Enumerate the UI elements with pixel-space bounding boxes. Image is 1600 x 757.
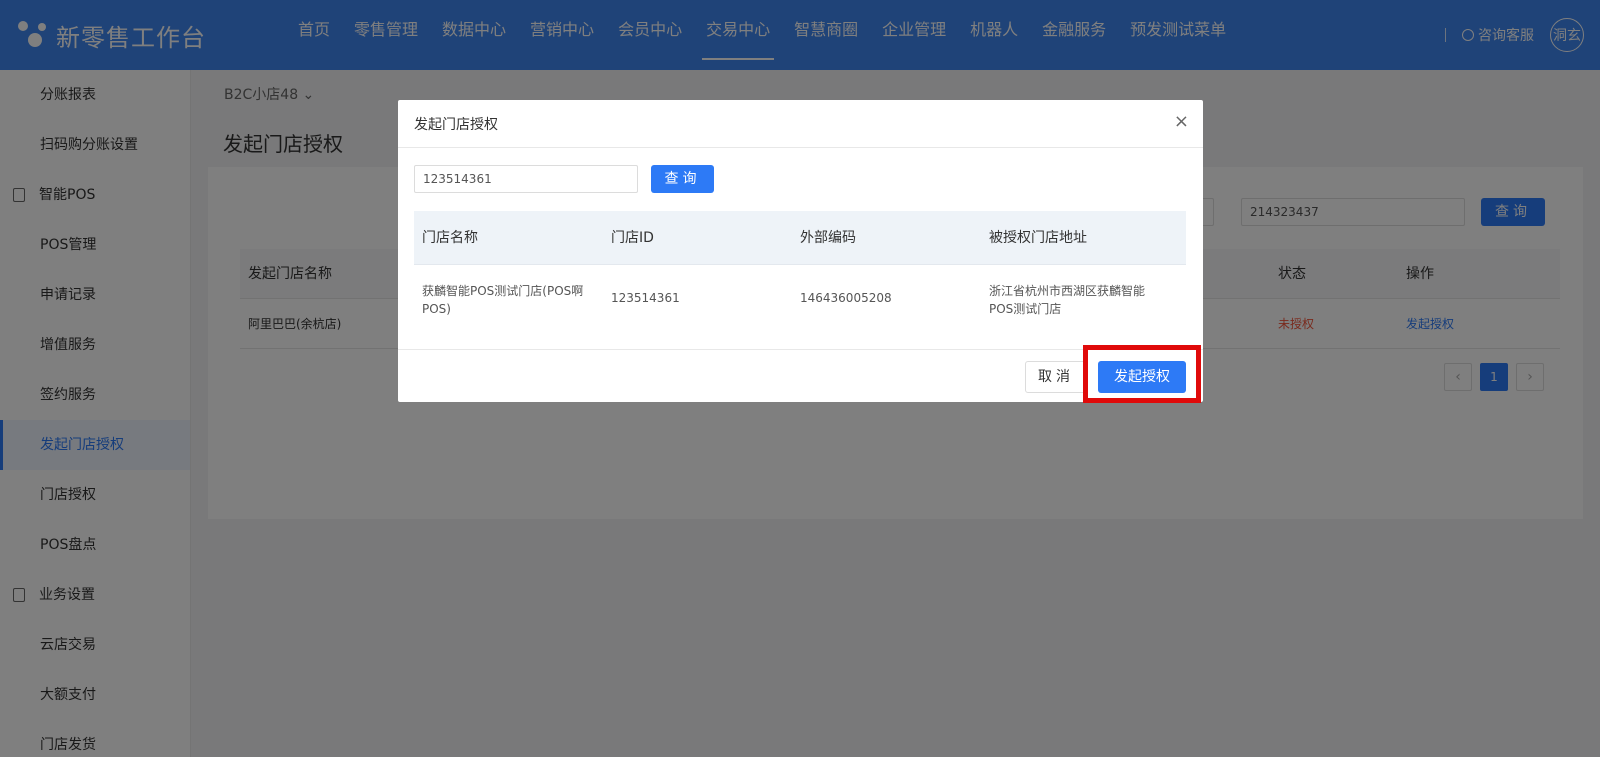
store-id-search-input[interactable]: 123514361 [414,165,638,193]
cell-address: 浙江省杭州市西湖区获麟智能POS测试门店 [989,284,1146,316]
highlight-box [1083,345,1201,403]
close-icon[interactable]: × [1174,112,1189,132]
col-header-external-code: 外部编码 [800,230,856,246]
col-header-address: 被授权门店地址 [989,230,1087,246]
cancel-button[interactable]: 取消 [1025,361,1087,393]
col-header-store-id: 门店ID [611,230,654,246]
dialog-table-row[interactable]: 获麟智能POS测试门店(POS啊POS) 123514361 146436005… [414,265,1186,331]
cell-external-code: 146436005208 [800,291,892,305]
cell-store-name: 获麟智能POS测试门店(POS啊POS) [422,284,584,316]
dialog-table-header: 门店名称 门店ID 外部编码 被授权门店地址 [414,211,1186,265]
dialog-header: 发起门店授权 × [398,100,1203,148]
cell-store-id: 123514361 [611,291,680,305]
col-header-store-name: 门店名称 [422,230,478,246]
dialog-search-button[interactable]: 查询 [651,165,714,193]
dialog-title: 发起门店授权 [414,117,498,133]
